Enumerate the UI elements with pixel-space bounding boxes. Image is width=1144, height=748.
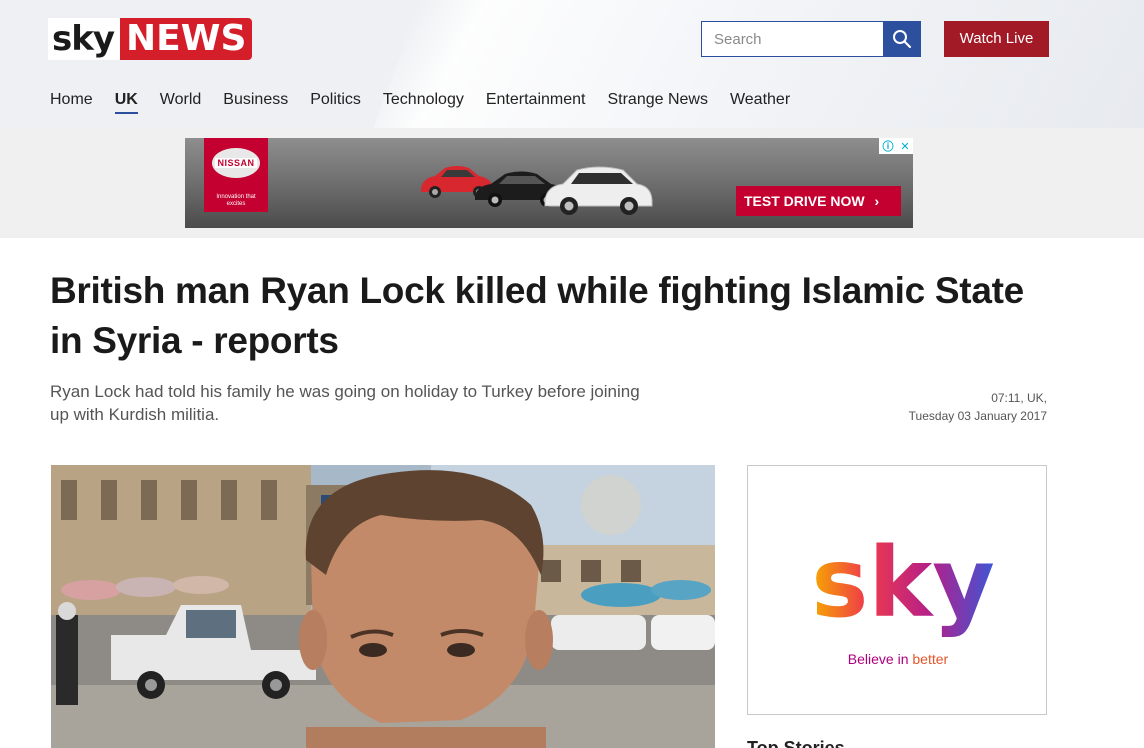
sky-ad-tagline: Believe in better: [748, 651, 1048, 667]
ad-choices: ⓘ ✕: [879, 138, 913, 154]
logo-news-text: NEWS: [120, 18, 253, 60]
article-photo-illustration: [51, 465, 715, 748]
nav-item-technology[interactable]: Technology: [383, 90, 464, 114]
site-header: sky NEWS Watch Live Home UK World Busine…: [0, 0, 1144, 128]
article-dateline: 07:11, UK, Tuesday 03 January 2017: [847, 389, 1047, 425]
nav-item-business[interactable]: Business: [223, 90, 288, 114]
nav-item-home[interactable]: Home: [50, 90, 93, 114]
nissan-banner-ad[interactable]: NISSAN Innovation that excites TEST DRIV…: [185, 138, 913, 228]
watch-live-button[interactable]: Watch Live: [944, 21, 1049, 57]
nav-item-uk[interactable]: UK: [114, 90, 138, 114]
nissan-brand-text: NISSAN: [215, 158, 257, 168]
article-date: Tuesday 03 January 2017: [908, 409, 1047, 423]
sky-wordmark: sky: [811, 527, 995, 639]
logo-sky-text: sky: [48, 18, 121, 60]
nissan-badge-icon: NISSAN: [212, 148, 260, 178]
article-standfirst: Ryan Lock had told his family he was goi…: [50, 382, 640, 424]
main-nav: Home UK World Business Politics Technolo…: [50, 90, 812, 114]
sky-news-logo[interactable]: sky NEWS: [48, 18, 253, 60]
search-input[interactable]: [701, 21, 883, 57]
nav-item-weather[interactable]: Weather: [730, 90, 790, 114]
nav-item-world[interactable]: World: [160, 90, 202, 114]
ad-info-icon[interactable]: ⓘ: [882, 138, 893, 154]
chevron-right-icon: ›: [874, 193, 880, 209]
test-drive-label: TEST DRIVE NOW: [744, 193, 865, 209]
white-suv-image: [544, 166, 653, 215]
search-bar: [701, 21, 921, 57]
search-icon: [893, 30, 912, 49]
sky-logo-icon: sky: [811, 527, 995, 639]
tagline-part-1: Believe in: [847, 651, 913, 667]
search-button[interactable]: [883, 21, 921, 57]
nav-item-entertainment[interactable]: Entertainment: [486, 90, 586, 114]
ad-close-icon[interactable]: ✕: [900, 140, 909, 153]
article-photo: [51, 465, 715, 748]
nav-item-strange-news[interactable]: Strange News: [607, 90, 708, 114]
test-drive-button[interactable]: TEST DRIVE NOW ›: [736, 186, 901, 216]
top-stories-heading: Top Stories: [747, 738, 845, 748]
nav-item-politics[interactable]: Politics: [310, 90, 361, 114]
tagline-part-2: better: [912, 651, 949, 667]
nissan-logo-panel: NISSAN Innovation that excites: [204, 138, 268, 212]
nissan-tagline: Innovation that excites: [216, 194, 256, 207]
article-headline: British man Ryan Lock killed while fight…: [50, 270, 1024, 361]
ad-band: NISSAN Innovation that excites TEST DRIV…: [0, 128, 1144, 238]
article-time: 07:11, UK,: [991, 391, 1047, 405]
sky-side-ad[interactable]: sky Believe in better: [747, 465, 1047, 715]
